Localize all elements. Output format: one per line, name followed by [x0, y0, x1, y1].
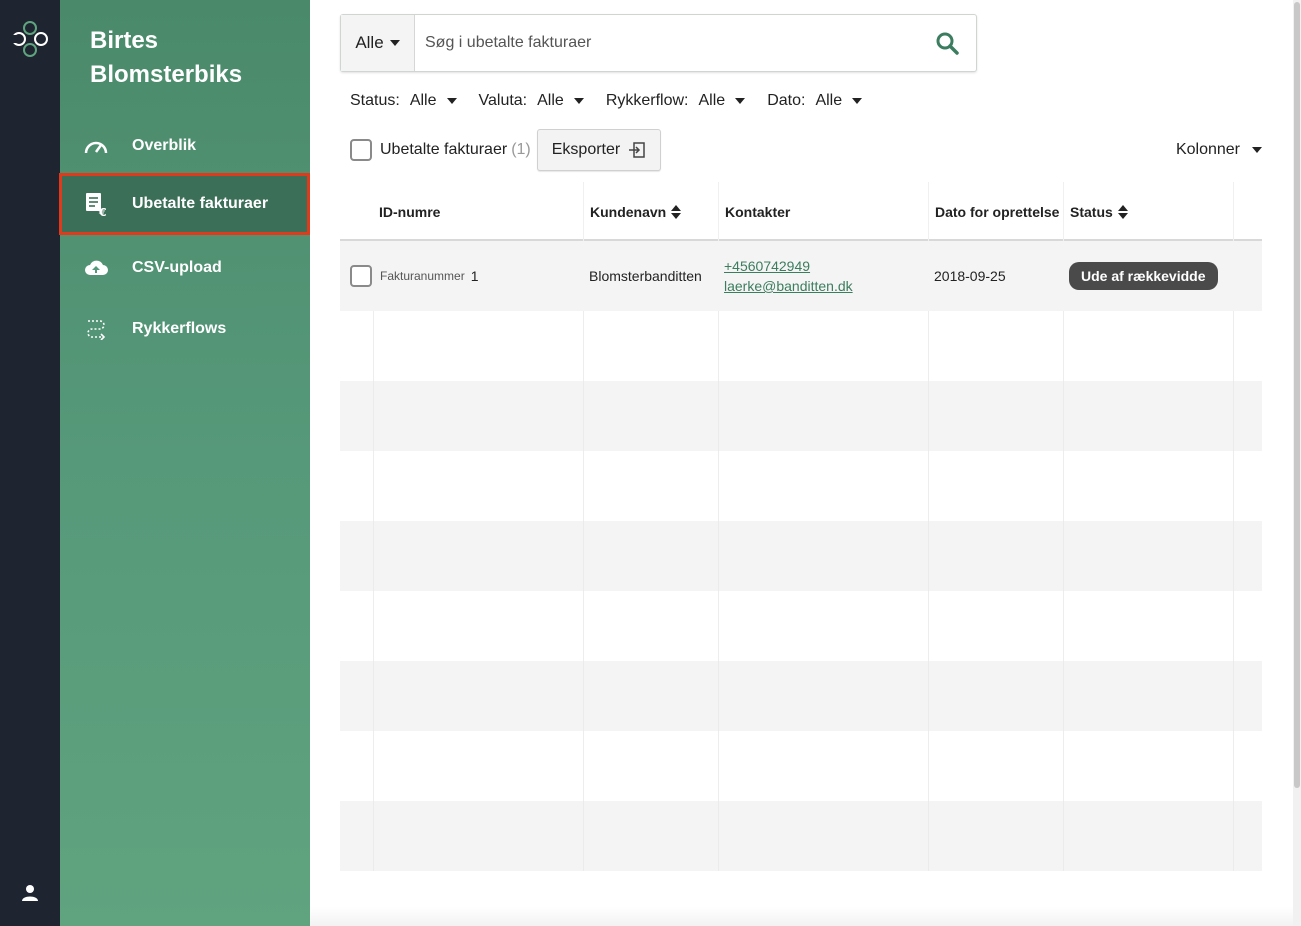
empty-row	[340, 451, 1262, 521]
sidebar-item-csv-upload[interactable]: CSV-upload	[60, 237, 310, 299]
row-checkbox[interactable]	[350, 265, 372, 287]
table-header: ID-numre Kundenavn Kontakter Dato for op…	[340, 182, 1262, 241]
table-toolbar: Ubetalte fakturaer (1) Eksporter Kolonne…	[350, 129, 1262, 171]
search-button[interactable]	[918, 15, 976, 71]
search-icon	[936, 32, 959, 55]
filter-valuta[interactable]: Valuta: Alle	[479, 92, 584, 110]
sort-icon	[671, 204, 682, 219]
invoice-table: ID-numre Kundenavn Kontakter Dato for op…	[340, 182, 1262, 871]
email-link[interactable]: laerke@banditten.dk	[724, 276, 853, 296]
chevron-down-icon	[735, 98, 746, 104]
search-bar: Alle	[340, 14, 977, 72]
sidebar-item-label: Ubetalte fakturaer	[132, 195, 269, 212]
export-icon	[629, 142, 645, 158]
sidebar-item-ubetalte-fakturaer[interactable]: € Ubetalte fakturaer	[59, 173, 310, 235]
phone-link[interactable]: +4560742949	[724, 256, 810, 276]
invoice-count: (1)	[511, 141, 531, 158]
empty-row	[340, 311, 1262, 381]
select-all-label: Ubetalte fakturaer	[380, 141, 508, 158]
bottom-fade	[310, 906, 1293, 926]
column-header-id: ID-numre	[379, 203, 441, 220]
column-header-kundenavn[interactable]: Kundenavn	[583, 182, 718, 241]
chevron-down-icon	[389, 40, 400, 46]
cloud-upload-icon	[60, 259, 132, 277]
created-date-cell: 2018-09-25	[934, 268, 1006, 284]
sidebar-item-overblik[interactable]: Overblik	[60, 115, 310, 177]
svg-text:€: €	[98, 206, 107, 217]
column-header-spacer	[1233, 182, 1262, 241]
speedometer-icon	[60, 138, 132, 154]
sidebar-item-label: Rykkerflows	[132, 320, 227, 337]
scrollbar-thumb[interactable]	[1294, 2, 1300, 788]
app-rail	[0, 0, 60, 926]
invoice-euro-icon: €	[62, 191, 132, 217]
chevron-down-icon	[852, 98, 863, 104]
customer-cell: Blomsterbanditten	[589, 268, 702, 284]
select-all-checkbox[interactable]	[350, 139, 372, 161]
filter-bar: Status: Alle Valuta: Alle Rykkerflow: Alle …	[350, 92, 884, 110]
column-header-status[interactable]: Status	[1063, 182, 1233, 241]
sort-icon	[1117, 204, 1128, 219]
filter-rykkerflow[interactable]: Rykkerflow: Alle	[606, 92, 746, 110]
filter-dato[interactable]: Dato: Alle	[767, 92, 863, 110]
empty-row	[340, 731, 1262, 801]
columns-dropdown[interactable]: Kolonner	[1176, 129, 1262, 171]
filter-status[interactable]: Status: Alle	[350, 92, 457, 110]
column-header-dato: Dato for oprettelse	[928, 182, 1063, 241]
export-button[interactable]: Eksporter	[536, 129, 662, 171]
sidebar: Birtes Blomsterbiks Overblik € Ubetalte …	[59, 0, 310, 926]
sidebar-item-label: Overblik	[132, 137, 197, 154]
search-scope-dropdown[interactable]: Alle	[341, 15, 415, 71]
flow-icon	[60, 318, 132, 340]
chevron-down-icon	[1252, 147, 1262, 153]
empty-row	[340, 661, 1262, 731]
user-icon[interactable]	[21, 884, 39, 902]
empty-row	[340, 591, 1262, 661]
main-content: Alle Status:Alle Valuta:Alle Rykkerflow:…	[310, 0, 1293, 926]
search-input[interactable]	[415, 15, 918, 71]
empty-row	[340, 801, 1262, 871]
contacts-cell: +4560742949 laerke@banditten.dk	[724, 241, 853, 311]
status-cell: Ude af rækkevidde	[1069, 241, 1218, 311]
status-badge: Ude af rækkevidde	[1069, 262, 1218, 290]
id-cell: Fakturanummer 1	[350, 241, 479, 311]
chevron-down-icon	[446, 98, 457, 104]
sidebar-item-label: CSV-upload	[132, 259, 222, 276]
company-name: Birtes Blomsterbiks	[90, 27, 243, 88]
table-row[interactable]: Fakturanummer 1 Blomsterbanditten +45607…	[340, 241, 1262, 311]
chevron-down-icon	[573, 98, 584, 104]
empty-row	[340, 381, 1262, 451]
vertical-scrollbar[interactable]	[1293, 0, 1301, 926]
column-header-kontakter: Kontakter	[718, 182, 928, 241]
sidebar-item-rykkerflows[interactable]: Rykkerflows	[60, 298, 310, 360]
clover-logo-icon[interactable]	[9, 18, 51, 60]
empty-row	[340, 521, 1262, 591]
